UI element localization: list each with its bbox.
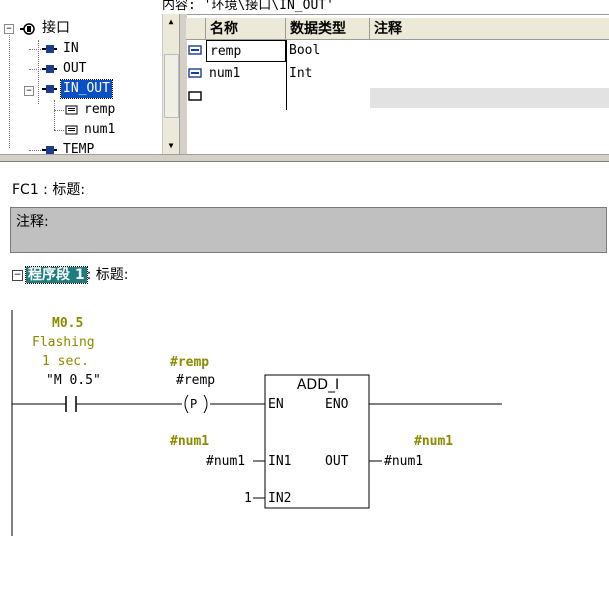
tree-item-label: num1 [84,122,116,137]
variable-icon [65,105,78,114]
tree-item-label: remp [84,102,116,117]
edge-coil-left[interactable] [184,394,189,414]
add-box[interactable] [264,374,370,509]
pane-divider[interactable] [0,154,609,162]
output-parameter-icon [42,64,57,73]
tree-item-num1[interactable]: num1 [65,121,117,139]
variable-table: 名称 数据类型 注释 remp Bool num1 Int [186,18,609,154]
column-divider [286,40,287,110]
block-title[interactable]: FC1 : 标题: [12,179,85,199]
cell-comment[interactable] [370,88,609,108]
tree-item-in-out[interactable]: IN_OUT [42,79,113,99]
block-comment-text: 注释: [16,214,49,230]
temp-parameter-icon [42,145,57,154]
tree-line [54,110,64,111]
scroll-down-icon[interactable]: ▼ [163,138,179,154]
cell-type[interactable]: Bool [286,40,370,62]
tree-line [54,130,64,131]
variable-icon [188,91,202,101]
interface-tree[interactable]: − 接口 IN OUT − IN_OUT remp num1 TEMP [0,14,162,156]
cell-comment[interactable] [370,40,609,62]
column-header-comment[interactable]: 注释 [370,18,609,40]
edge-label: P [190,397,197,411]
network-header[interactable]: − 程序段 1: 标题: [12,264,129,284]
tree-item-out[interactable]: OUT [42,60,88,78]
cell-comment[interactable] [370,63,609,85]
scroll-thumb[interactable] [164,54,179,118]
cell-name[interactable]: remp [206,40,286,62]
tree-line [9,26,10,148]
tree-scrollbar[interactable]: ▲ ▼ [162,14,179,154]
variable-icon [188,45,202,55]
interface-icon [20,22,35,35]
network-segment-label[interactable]: 程序段 1 [25,266,88,284]
tree-line [54,100,55,130]
tree-line [29,49,41,50]
collapse-network-icon[interactable]: − [12,269,23,281]
tree-item-label: IN_OUT [60,79,113,99]
tree-line [29,69,41,70]
cell-name[interactable] [206,86,286,108]
scroll-up-icon[interactable]: ▲ [163,14,179,30]
tree-item-label: OUT [63,61,87,76]
tree-item-remp[interactable]: remp [65,101,117,119]
tree-line [29,150,41,151]
edge-coil-right[interactable] [203,394,208,414]
row-header-corner [186,18,206,40]
tree-item-label: 接口 [42,20,70,36]
breadcrumb-text: 内容: '环境\接口\IN_OUT' [162,0,334,13]
network-title[interactable]: : 标题: [87,267,129,283]
input-parameter-icon [42,44,57,53]
collapse-icon[interactable]: − [4,24,14,34]
cell-type[interactable] [286,86,370,108]
tree-item-interface[interactable]: 接口 [19,19,72,37]
variable-icon [65,125,78,134]
block-comment[interactable]: 注释: [10,207,607,253]
variable-icon [188,68,202,78]
cell-name[interactable]: num1 [206,63,286,85]
collapse-icon[interactable]: − [24,86,34,96]
inout-parameter-icon [42,84,57,93]
breadcrumb: 内容: '环境\接口\IN_OUT' [162,0,609,15]
ladder-diagram: P [11,310,502,536]
interface-pane: 内容: '环境\接口\IN_OUT' − 接口 IN OUT − IN_OUT … [0,0,609,156]
tree-item-in[interactable]: IN [42,40,81,58]
column-header-type[interactable]: 数据类型 [286,18,370,40]
cell-type[interactable]: Int [286,63,370,85]
column-header-name[interactable]: 名称 [206,18,286,40]
tree-item-label: IN [63,41,79,56]
